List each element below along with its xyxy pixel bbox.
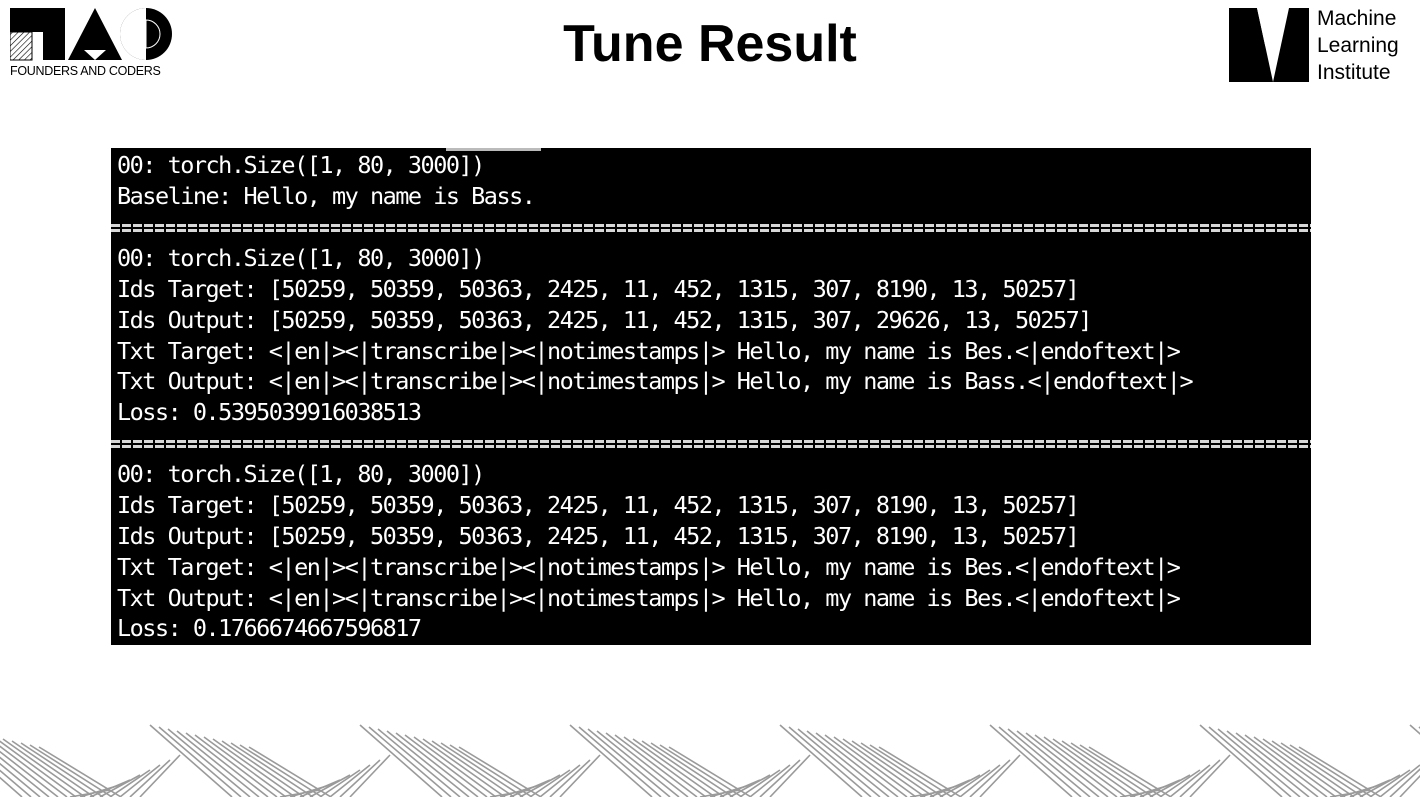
terminal-line: Txt Output: <|en|><|transcribe|><|notime…: [117, 367, 1194, 395]
terminal-line: Txt Target: <|en|><|transcribe|><|notime…: [117, 553, 1181, 581]
page-title: Tune Result: [563, 15, 857, 73]
mli-logo-text: Machine Learning Institute: [1317, 5, 1399, 86]
mli-line-2: Learning: [1317, 34, 1399, 57]
terminal-line: Ids Output: [50259, 50359, 50363, 2425, …: [117, 522, 1080, 550]
mli-line-3: Institute: [1317, 61, 1391, 84]
separator-line: [111, 440, 1311, 448]
terminal-line: Loss: 0.1766674667596817: [117, 614, 422, 642]
terminal-line: Loss: 0.5395039916038513: [117, 398, 422, 426]
terminal-line: Baseline: Hello, my name is Bass.: [117, 182, 536, 210]
decorative-stripes: [0, 724, 1420, 797]
terminal-line: 00: torch.Size([1, 80, 3000]): [117, 151, 485, 179]
terminal-line: Txt Target: <|en|><|transcribe|><|notime…: [117, 337, 1181, 365]
mli-line-1: Machine: [1317, 7, 1397, 30]
terminal-line: 00: torch.Size([1, 80, 3000]): [117, 244, 485, 272]
terminal-line: Ids Target: [50259, 50359, 50363, 2425, …: [117, 275, 1080, 303]
terminal-line: Txt Output: <|en|><|transcribe|><|notime…: [117, 584, 1181, 612]
terminal-line: Ids Output: [50259, 50359, 50363, 2425, …: [117, 306, 1092, 334]
terminal-output: 00: torch.Size([1, 80, 3000]) Baseline: …: [111, 148, 1311, 645]
terminal-line: 00: torch.Size([1, 80, 3000]): [117, 460, 485, 488]
machine-learning-institute-logo: Machine Learning Institute: [1229, 5, 1414, 85]
terminal-line: Ids Target: [50259, 50359, 50363, 2425, …: [117, 491, 1080, 519]
separator-line: [111, 224, 1311, 232]
mli-logo-icon: [1229, 8, 1309, 82]
